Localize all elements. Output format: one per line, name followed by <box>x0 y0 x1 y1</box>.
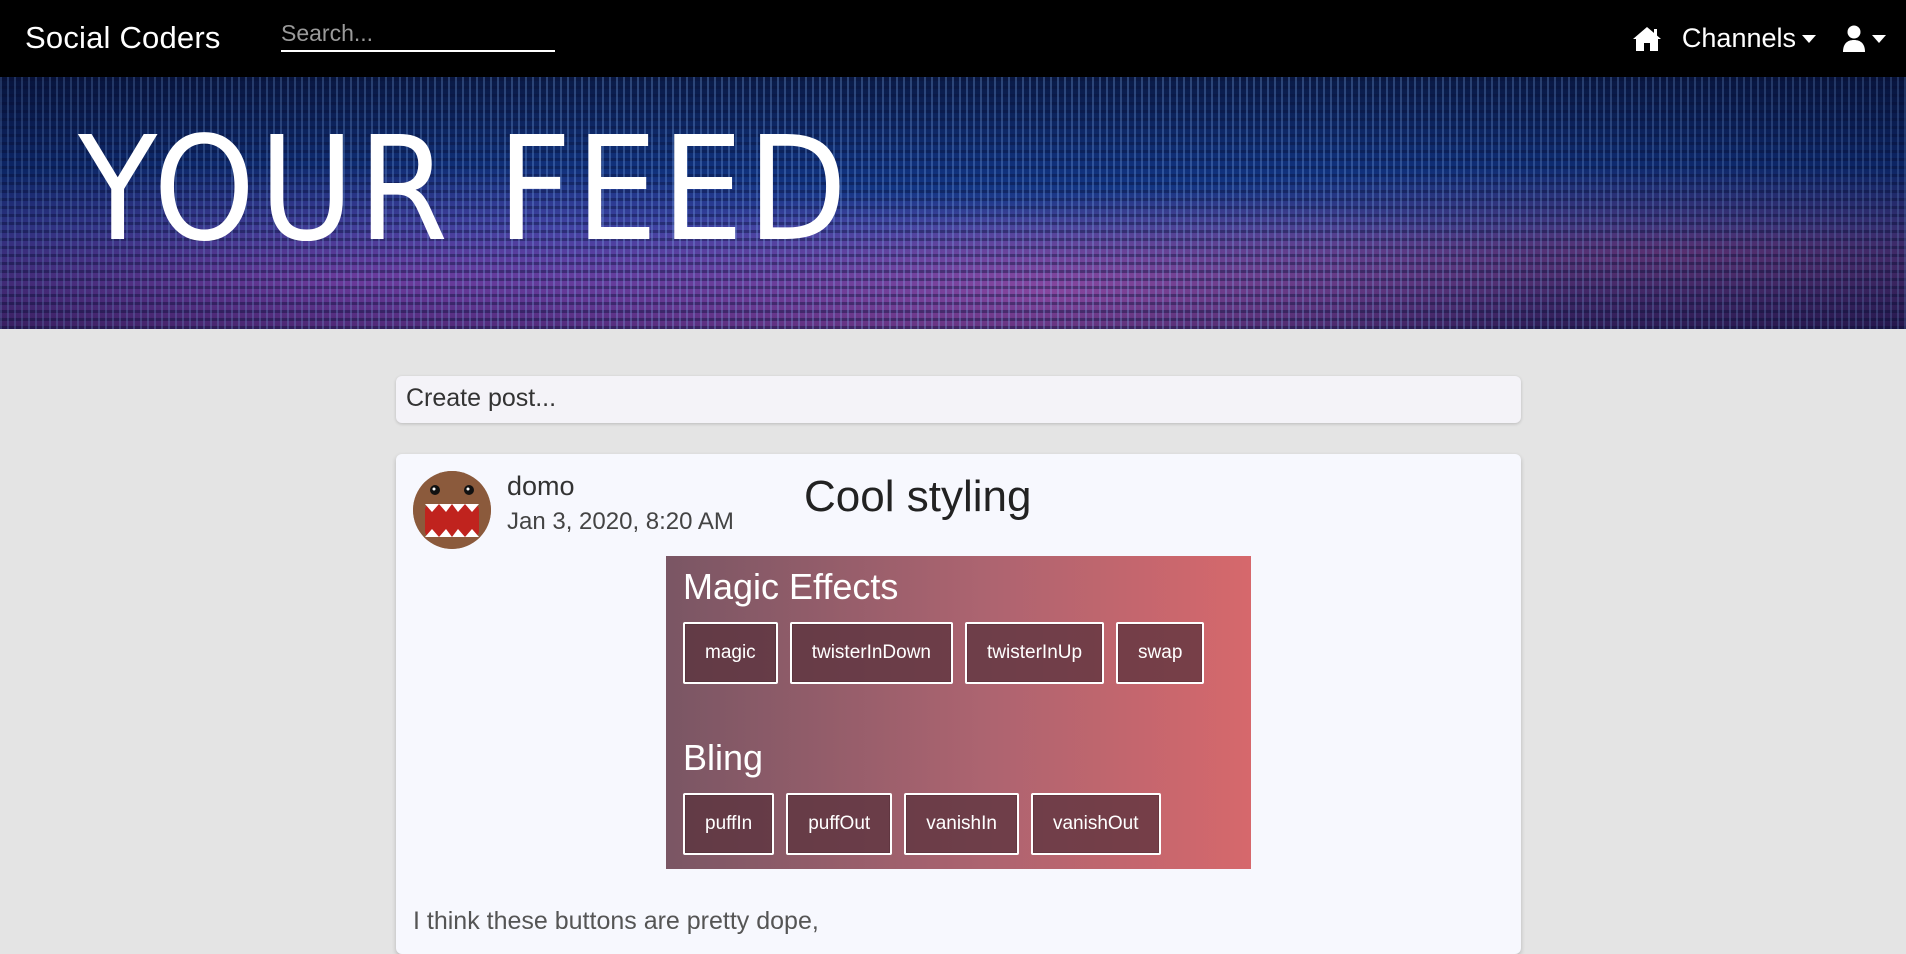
embed-heading-magic-effects: Magic Effects <box>683 566 899 607</box>
embed-button-row-magic: magic twisterInDown twisterInUp swap <box>683 622 1205 684</box>
user-menu-dropdown[interactable] <box>1842 25 1886 53</box>
embed-button-row-bling: puffIn puffOut vanishIn vanishOut <box>683 793 1161 855</box>
hero-banner: YOUR FEED <box>0 77 1906 329</box>
post-title: Cool styling <box>804 472 1032 521</box>
chevron-down-icon <box>1872 34 1886 43</box>
effect-button-vanishIn[interactable]: vanishIn <box>904 793 1019 855</box>
search-input[interactable] <box>281 18 555 50</box>
brand-logo[interactable]: Social Coders <box>25 20 221 56</box>
channels-label: Channels <box>1681 23 1796 53</box>
home-icon[interactable] <box>1632 26 1662 52</box>
post-embedded-image: Magic Effects magic twisterInDown twiste… <box>666 556 1251 869</box>
domo-avatar-icon <box>413 471 491 549</box>
post-timestamp: Jan 3, 2020, 8:20 AM <box>507 508 734 535</box>
chevron-down-icon <box>1802 34 1816 43</box>
top-navbar: Social Coders Channels <box>0 0 1906 77</box>
page-title: YOUR FEED <box>78 105 852 273</box>
search-field[interactable] <box>281 18 555 52</box>
avatar[interactable] <box>413 471 491 549</box>
create-post-input[interactable]: Create post... <box>396 376 1521 423</box>
post-body: I think these buttons are pretty dope, <box>413 904 819 938</box>
channels-dropdown[interactable]: Channels <box>1682 23 1816 54</box>
post-card: domo Jan 3, 2020, 8:20 AM Cool styling M… <box>396 454 1521 954</box>
effect-button-magic[interactable]: magic <box>683 622 778 684</box>
post-body-line: I think these buttons are pretty dope, <box>413 907 819 935</box>
nav-right: Channels <box>1632 0 1886 77</box>
effect-button-swap[interactable]: swap <box>1116 622 1205 684</box>
effect-button-puffOut[interactable]: puffOut <box>786 793 893 855</box>
embed-heading-bling: Bling <box>683 737 764 778</box>
user-icon <box>1843 25 1865 52</box>
post-author[interactable]: domo <box>507 471 575 502</box>
effect-button-puffIn[interactable]: puffIn <box>683 793 775 855</box>
effect-button-twisterInUp[interactable]: twisterInUp <box>965 622 1105 684</box>
effect-button-vanishOut[interactable]: vanishOut <box>1030 793 1161 855</box>
effect-button-twisterInDown[interactable]: twisterInDown <box>789 622 954 684</box>
